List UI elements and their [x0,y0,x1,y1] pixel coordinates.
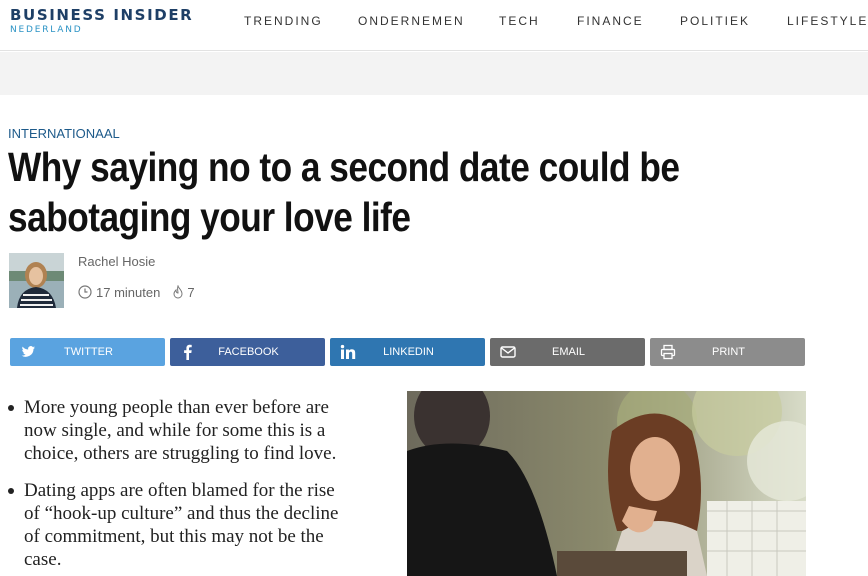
nav-item-tech[interactable]: TECH [499,14,540,28]
article-title-line-2: sabotaging your love life [8,194,411,240]
bullet-2-line-1: Dating apps are often blamed for the ris… [24,480,335,501]
share-twitter-label: TWITTER [64,346,113,358]
bullet-2-line-3: of commitment, but this may not be the [24,526,324,547]
print-button[interactable]: PRINT [650,338,805,366]
print-label: PRINT [712,346,745,358]
site-header: BUSINESS INSIDER NEDERLAND TRENDING ONDE… [0,0,868,51]
bullet-1-line-2: now single, and while for some this is a [24,420,326,441]
article-hero-image [407,391,806,576]
share-twitter-button[interactable]: TWITTER [10,338,165,366]
share-email-button[interactable]: EMAIL [490,338,645,366]
summary-bullet: Dating apps are often blamed for the ris… [8,479,380,571]
bullet-dot [8,405,14,411]
trending-count: 7 [187,284,195,300]
bullet-2-line-4: case. [24,549,62,570]
nav-item-politiek[interactable]: POLITIEK [680,14,750,28]
bullet-2-line-2: of “hook-up culture” and thus the declin… [24,503,339,524]
nav-item-trending[interactable]: TRENDING [244,14,323,28]
logo-wordmark: BUSINESS INSIDER [10,6,194,24]
author-avatar[interactable] [9,253,64,308]
article-title-line-1: Why saying no to a second date could be [8,144,680,190]
summary-bullet: More young people than ever before are n… [8,396,380,465]
share-facebook-button[interactable]: FACEBOOK [170,338,325,366]
share-linkedin-button[interactable]: LINKEDIN [330,338,485,366]
article-meta: 17 minuten 7 [78,284,195,300]
share-email-label: EMAIL [551,346,585,358]
share-facebook-label: FACEBOOK [218,346,279,358]
article-section-label[interactable]: INTERNATIONAAL [8,126,120,141]
author-name[interactable]: Rachel Hosie [78,254,155,269]
bullet-dot [8,488,14,494]
clock-icon [78,285,92,299]
logo-edition: NEDERLAND [10,25,83,35]
site-logo[interactable]: BUSINESS INSIDER NEDERLAND [10,7,193,36]
article-title: Why saying no to a second date could be … [8,142,680,242]
share-linkedin-label: LINKEDIN [383,346,434,358]
flame-icon [173,285,183,299]
read-time: 17 minuten [96,284,161,300]
bullet-1-line-3: choice, others are struggling to find lo… [24,443,337,464]
ad-banner-area [0,52,868,95]
article-summary-list: More young people than ever before are n… [8,396,380,576]
nav-item-finance[interactable]: FINANCE [577,14,644,28]
bullet-1-line-1: More young people than ever before are [24,397,329,418]
nav-item-ondernemen[interactable]: ONDERNEMEN [358,14,465,28]
nav-item-lifestyle[interactable]: LIFESTYLE [787,14,868,28]
